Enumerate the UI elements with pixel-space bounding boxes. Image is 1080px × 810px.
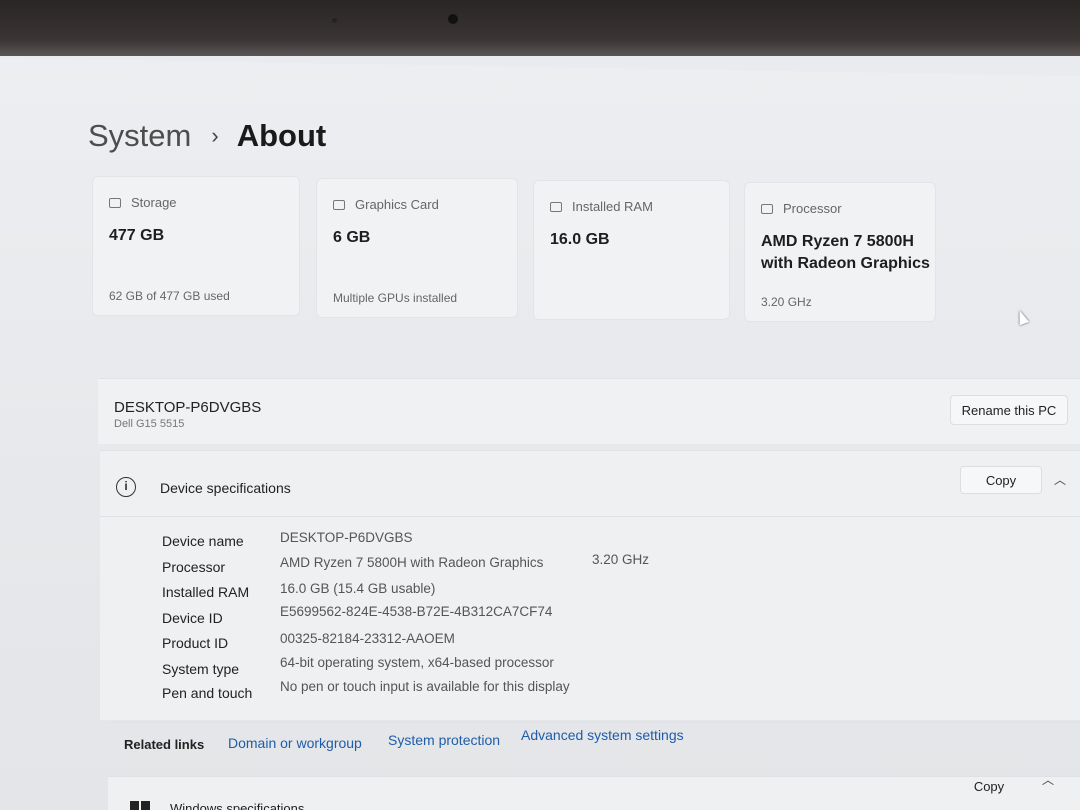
copy-device-specs-button[interactable]: Copy (960, 466, 1042, 494)
spec-value[interactable]: DESKTOP-P6DVGBS (280, 530, 413, 545)
sensor-dot (332, 18, 337, 23)
card-graphics[interactable]: Graphics Card 6 GB Multiple GPUs install… (316, 178, 518, 318)
link-domain-or-workgroup[interactable]: Domain or workgroup (228, 735, 362, 751)
page-title: About (236, 118, 327, 153)
graphics-card-icon (333, 199, 345, 210)
laptop-bezel (0, 0, 1080, 56)
card-label: Processor (783, 201, 842, 216)
card-ram[interactable]: Installed RAM 16.0 GB (533, 180, 730, 320)
ram-icon (550, 201, 562, 212)
chevron-up-icon[interactable]: ︿ (1054, 471, 1066, 488)
card-subtext: 3.20 GHz (761, 295, 812, 309)
spec-label: Installed RAM (162, 584, 250, 600)
windows-logo-icon (130, 801, 150, 810)
spec-label: Device ID (162, 610, 223, 626)
card-label: Installed RAM (572, 199, 653, 214)
card-value: 16.0 GB (550, 231, 610, 248)
spec-label: System type (162, 661, 240, 677)
spec-value[interactable]: E5699562-824E-4538-B72E-4B312CA7CF74 (280, 604, 552, 619)
spec-label: Device name (162, 533, 244, 549)
spec-value-extra[interactable]: 3.20 GHz (592, 552, 649, 567)
related-links-bar: Related links Domain or workgroup System… (106, 722, 1080, 768)
webcam (448, 14, 458, 24)
info-icon: i (116, 477, 136, 497)
link-system-protection[interactable]: System protection (388, 732, 500, 748)
card-value: AMD Ryzen 7 5800H with Radeon Graphics (761, 233, 930, 272)
card-storage[interactable]: Storage 477 GB 62 GB of 477 GB used (92, 176, 300, 316)
spec-label: Pen and touch (162, 685, 253, 701)
chevron-right-icon: › (211, 123, 219, 148)
card-value: 477 GB (109, 227, 165, 244)
link-advanced-system-settings[interactable]: Advanced system settings (521, 727, 684, 743)
spec-value[interactable]: 16.0 GB (15.4 GB usable) (280, 581, 435, 596)
card-subtext: 62 GB of 477 GB used (109, 289, 230, 303)
copy-windows-specs-button[interactable]: Copy (948, 773, 1030, 799)
section-title: Device specifications (160, 480, 291, 496)
rename-pc-button[interactable]: Rename this PC (950, 395, 1068, 425)
card-value: 6 GB (333, 229, 371, 246)
section-title: Windows specifications (170, 801, 305, 810)
windows-specifications-header[interactable]: Windows specifications Copy ︿ (108, 773, 1080, 810)
related-links-label: Related links (124, 737, 205, 752)
card-subtext: Multiple GPUs installed (333, 291, 458, 305)
spec-value[interactable]: No pen or touch input is available for t… (280, 679, 570, 694)
processor-icon (761, 203, 773, 214)
spec-value[interactable]: 64-bit operating system, x64-based proce… (280, 655, 554, 670)
card-label: Storage (131, 195, 177, 210)
breadcrumb: System › About (88, 118, 326, 154)
card-label: Graphics Card (355, 197, 439, 212)
chevron-up-icon[interactable]: ︿ (1042, 771, 1054, 788)
device-specifications-header[interactable]: i Device specifications Copy ︿ (100, 451, 1080, 517)
breadcrumb-system[interactable]: System (88, 118, 191, 154)
card-processor[interactable]: Processor AMD Ryzen 7 5800H with Radeon … (744, 182, 936, 322)
spec-value[interactable]: AMD Ryzen 7 5800H with Radeon Graphics (280, 555, 543, 570)
spec-label: Processor (162, 559, 226, 575)
storage-icon (109, 197, 121, 208)
spec-label: Product ID (162, 635, 229, 651)
device-specifications-panel: i Device specifications Copy ︿ Device na… (100, 450, 1080, 720)
pc-name-panel: DESKTOP-P6DVGBS Dell G15 5515 Rename thi… (98, 378, 1080, 444)
spec-value[interactable]: 00325-82184-23312-AAOEM (280, 631, 455, 646)
pc-name: DESKTOP-P6DVGBS (114, 399, 262, 416)
pc-model: Dell G15 5515 (114, 418, 185, 430)
